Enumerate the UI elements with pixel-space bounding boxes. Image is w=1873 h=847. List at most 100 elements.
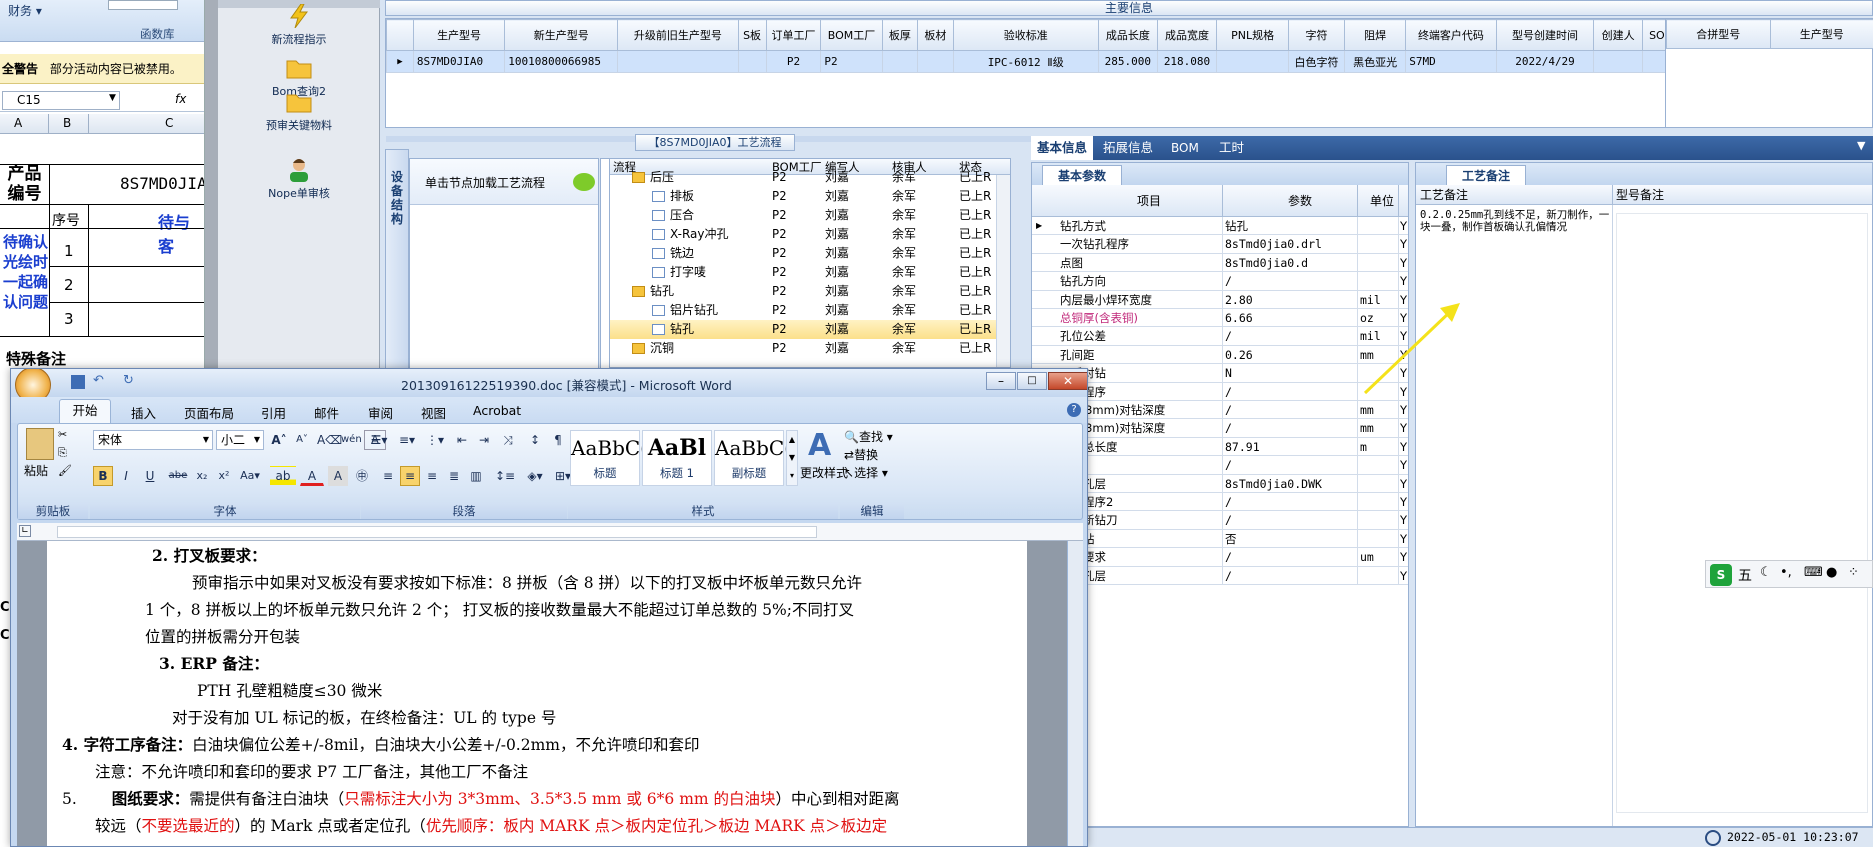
param-value[interactable]: 87.91 [1225, 438, 1355, 456]
tab-worktime[interactable]: 工时 [1219, 136, 1244, 160]
param-row[interactable]: 有跳钻否Y [1032, 529, 1408, 549]
param-row[interactable]: (≤0.3mm)对钻深度 / mm Y [1032, 401, 1408, 420]
tabstrip-dropdown-icon[interactable]: ▼ [1857, 139, 1865, 152]
paste-icon[interactable] [26, 428, 54, 460]
minimize-button[interactable]: – [986, 372, 1016, 390]
param-row[interactable]: 孔间距 0.26 mm Y [1032, 345, 1408, 365]
find-button[interactable]: 🔍查找 ▾ [844, 428, 893, 445]
col-header[interactable]: BOM工厂 [820, 19, 883, 51]
font-name-box[interactable]: 宋体 ▼ [93, 430, 213, 450]
param-value[interactable]: / [1225, 401, 1355, 419]
tab-page-layout[interactable]: 页面布局 [184, 403, 234, 422]
col-header[interactable]: 字符 [1288, 19, 1345, 51]
change-case-button[interactable]: Aa▾ [236, 466, 264, 486]
tree-row[interactable]: 沉铜 P2 刘嘉 余军 已上R [610, 339, 996, 358]
col-header[interactable]: 单位 [1370, 185, 1394, 217]
param-value[interactable]: / [1225, 272, 1355, 290]
document-scrollbar[interactable] [1067, 541, 1083, 846]
bold-button[interactable]: B [93, 466, 113, 486]
param-row[interactable]: 数/Y [1032, 456, 1408, 475]
param-row[interactable]: 钻孔程序/Y [1032, 382, 1408, 401]
table-cell[interactable]: 285.000 [1097, 50, 1158, 73]
underline-button[interactable]: U [139, 466, 161, 486]
undo-icon[interactable]: ↶ [93, 373, 104, 388]
select-button[interactable]: ↖选择 ▾ [844, 464, 888, 481]
grow-font-button[interactable]: A˄ [268, 430, 290, 450]
param-row[interactable]: 点图 8sTmd0jia0.d Y [1032, 253, 1408, 273]
style-heading1[interactable]: AaBl 标题 1 [642, 430, 712, 486]
table-cell[interactable] [617, 50, 739, 73]
replace-button[interactable]: ⇄替换 [844, 446, 878, 463]
process-note-text[interactable]: 0.2.0.25mm孔到线不足，新刀制作，一块一叠，制作首板确认孔偏情况 [1420, 209, 1610, 233]
ime-toolbar[interactable]: S 五 ☾ •, ⌨ ● ⁘ [1705, 560, 1873, 588]
table-cell[interactable] [1593, 50, 1643, 73]
font-color-button[interactable]: A [300, 466, 324, 486]
table-cell[interactable]: P2 [765, 50, 822, 73]
param-row[interactable]: 路径总长度 87.91 m Y [1032, 437, 1408, 457]
tree-row[interactable]: 打字唛 P2 刘嘉 余军 已上R [610, 263, 996, 282]
highlight-button[interactable]: ab [270, 466, 296, 486]
punctuation-icon[interactable]: •, [1780, 565, 1792, 580]
namebox-dropdown-icon[interactable]: ▼ [109, 93, 116, 103]
table-cell[interactable]: 218.080 [1156, 50, 1218, 73]
param-row[interactable]: 定位孔层8sTmd0jia0.DWKY [1032, 474, 1408, 493]
param-value[interactable]: / [1225, 383, 1355, 401]
shrink-font-button[interactable]: A˅ [291, 430, 313, 450]
param-row[interactable]: 定位孔层/Y [1032, 566, 1408, 585]
table-cell[interactable]: 10010800066985 [504, 50, 619, 73]
col-header-c[interactable]: C [165, 116, 173, 130]
multilevel-list-button[interactable]: ⋮▾ [422, 430, 448, 450]
param-value[interactable]: 否 [1225, 530, 1355, 548]
tab-bom[interactable]: BOM [1171, 136, 1199, 160]
col-header[interactable]: 生产型号 [1769, 19, 1873, 49]
table-cell[interactable]: 2022/4/29 [1495, 50, 1595, 73]
tab-extended-info[interactable]: 拓展信息 [1103, 136, 1153, 160]
col-header[interactable]: 创建人 [1593, 19, 1643, 51]
format-painter-icon[interactable]: 🖌 [58, 464, 72, 477]
subscript-button[interactable]: x₂ [192, 466, 212, 486]
strikethrough-button[interactable]: abe [166, 466, 190, 486]
table-cell[interactable] [917, 50, 954, 73]
tree-row[interactable]: X-Ray冲孔 P2 刘嘉 余军 已上R [610, 225, 996, 244]
param-value[interactable]: 8sTmd0jia0.DWK [1225, 475, 1355, 493]
param-value[interactable]: / [1225, 456, 1355, 474]
char-shading-button[interactable]: A [328, 466, 348, 486]
table-cell[interactable]: 8S7MD0JIA0 [412, 50, 506, 73]
clear-format-button[interactable]: A⌫ [316, 430, 342, 450]
param-value[interactable]: 2.80 [1225, 291, 1355, 309]
param-value[interactable]: 8sTmd0jia0.d [1225, 254, 1355, 272]
help-icon[interactable]: ? [1067, 403, 1081, 417]
param-row[interactable]: 使用新钻刀 / Y [1032, 511, 1408, 530]
change-styles-icon[interactable]: A [808, 428, 831, 463]
line-spacing-button[interactable]: ↕≡ [492, 466, 518, 486]
document-page[interactable]: 2. 打叉板要求： 预审指示中如果对叉板没有要求按如下标准：8 拼板（含 8 拼… [47, 541, 1027, 846]
align-right-button[interactable]: ≡ [422, 466, 442, 486]
param-row[interactable]: ▶ 钻孔方式 钻孔 Y [1032, 217, 1408, 236]
tree-row[interactable]: 钻孔 P2 刘嘉 余军 已上R [610, 320, 996, 339]
param-value[interactable]: 0.26 [1225, 346, 1355, 364]
col-header[interactable]: 成品长度 [1097, 19, 1158, 51]
col-header[interactable]: 生产型号 [412, 19, 506, 51]
col-header[interactable]: 升级前旧生产型号 [617, 19, 739, 51]
param-row[interactable]: (>0.3mm)对钻深度 / mm Y [1032, 419, 1408, 438]
table-cell[interactable]: P2 [820, 50, 883, 73]
phonetic-button[interactable]: wén [340, 430, 362, 450]
col-header[interactable]: 板厚 [881, 19, 919, 51]
table-cell[interactable]: S7MD [1405, 50, 1497, 73]
tab-mailings[interactable]: 邮件 [314, 403, 339, 422]
param-row[interactable]: 层偏要求/umY [1032, 548, 1408, 567]
styles-scroll[interactable]: ▲ ▼ ▾ [786, 430, 798, 486]
namebox[interactable]: C15 [2, 91, 120, 110]
nope-audit-item[interactable]: Nope单审核 [218, 158, 380, 201]
col-header[interactable]: 项目 [1137, 185, 1161, 217]
tab-view[interactable]: 视图 [421, 403, 446, 422]
ruler[interactable]: ∟ [17, 523, 1083, 541]
param-value[interactable]: 6.66 [1225, 309, 1355, 327]
param-row[interactable]: 正反对钻NY [1032, 364, 1408, 383]
tab-insert[interactable]: 插入 [131, 403, 156, 422]
finance-menu[interactable]: 财务 ▾ [8, 2, 42, 19]
col-header[interactable]: 订单工厂 [765, 19, 822, 51]
col-header[interactable]: 验收标准 [952, 19, 1099, 51]
col-header-a[interactable]: A [14, 116, 22, 130]
param-value[interactable]: 8sTmd0jia0.drl [1225, 235, 1355, 253]
